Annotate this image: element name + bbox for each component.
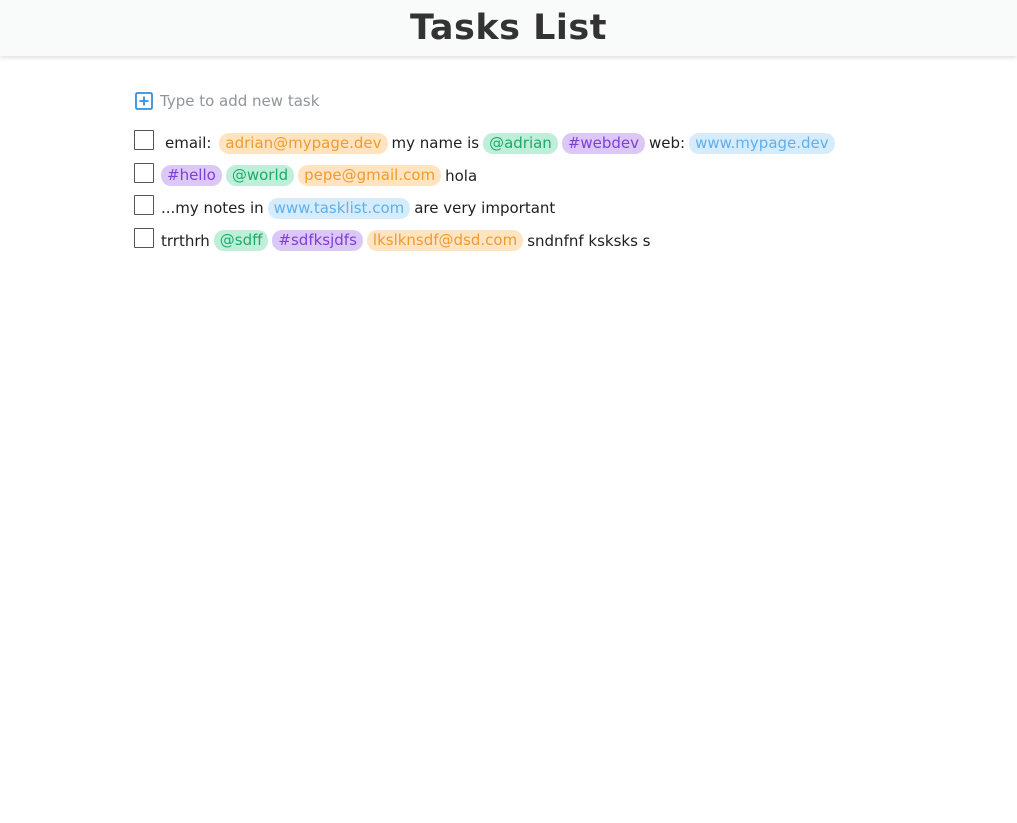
- email-chip[interactable]: adrian@mypage.dev: [219, 132, 388, 154]
- hashtag-chip: #webdev: [561, 132, 646, 154]
- task-text-segment: trrthrh: [161, 231, 210, 250]
- hashtag-chip: #sdfksjdfs: [272, 230, 363, 252]
- task-text-segment: my name is: [391, 134, 480, 153]
- email-chip[interactable]: lkslknsdf@dsd.com: [366, 230, 524, 252]
- app-header: Tasks List: [0, 0, 1017, 56]
- mention-chip: @adrian: [483, 132, 558, 154]
- task-text-segment: ...my notes in: [161, 199, 264, 218]
- task-text-segment: email:: [165, 134, 212, 153]
- task-text-segment: sndnfnf ksksks s: [527, 231, 651, 250]
- task-item: email: adrian@mypage.dev my name is @adrian…: [134, 127, 894, 160]
- task-checkbox[interactable]: [134, 195, 154, 216]
- task-checkbox[interactable]: [134, 162, 154, 183]
- plus-square-icon[interactable]: [135, 92, 153, 110]
- page-title: Tasks List: [410, 8, 607, 48]
- link-chip[interactable]: www.tasklist.com: [267, 197, 411, 219]
- task-list: email: adrian@mypage.dev my name is @adrian…: [134, 127, 894, 257]
- task-text: #hello @world pepe@gmail.com hola: [161, 165, 481, 187]
- add-task-row: [134, 88, 894, 114]
- mention-chip: @sdff: [213, 230, 269, 252]
- task-item: trrthrh @sdff #sdfksjdfs lkslknsdf@dsd.com s…: [134, 225, 894, 258]
- task-item: ...my notes in www.tasklist.com are very i…: [134, 192, 894, 225]
- task-text-segment: hola: [445, 166, 478, 185]
- email-chip[interactable]: pepe@gmail.com: [298, 165, 442, 187]
- task-text-segment: are very important: [414, 199, 556, 218]
- task-text-segment: web:: [649, 134, 686, 153]
- task-text: ...my notes in www.tasklist.com are very i…: [161, 197, 559, 219]
- task-text: trrthrh @sdff #sdfksjdfs lkslknsdf@dsd.com s…: [161, 230, 655, 252]
- task-checkbox[interactable]: [134, 227, 154, 248]
- add-task-input[interactable]: [160, 92, 660, 110]
- hashtag-chip: #hello: [161, 165, 222, 187]
- tasks-panel: email: adrian@mypage.devmy name is@adrian…: [134, 88, 894, 257]
- task-text: email: adrian@mypage.dev my name is @adrian…: [161, 132, 839, 154]
- task-item: #hello @world pepe@gmail.com hola: [134, 160, 894, 193]
- mention-chip: @world: [225, 165, 295, 187]
- task-checkbox[interactable]: [134, 130, 154, 151]
- link-chip[interactable]: www.mypage.dev: [689, 132, 835, 154]
